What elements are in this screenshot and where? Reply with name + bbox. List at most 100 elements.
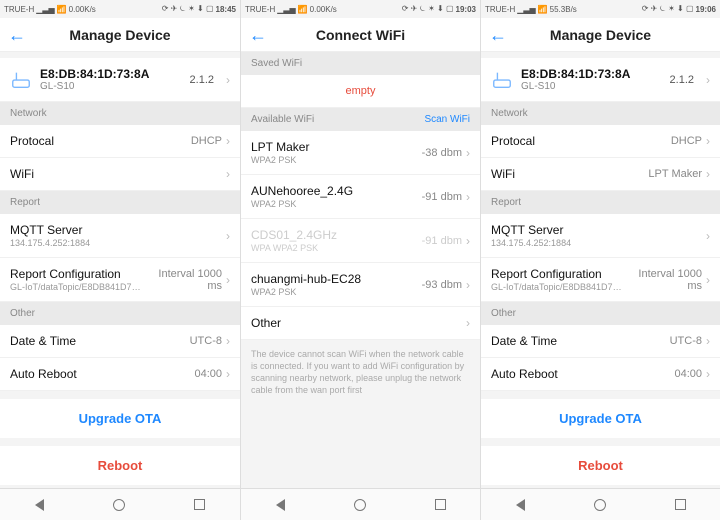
- chevron-right-icon: ›: [706, 229, 710, 243]
- android-navbar: [481, 488, 720, 520]
- row-mqtt[interactable]: MQTT Server134.175.4.252:1884 ›: [0, 214, 240, 258]
- wifi-row[interactable]: LPT MakerWPA2 PSK -38 dbm›: [241, 131, 480, 175]
- chevron-right-icon: ›: [226, 167, 230, 181]
- chevron-right-icon: ›: [466, 146, 470, 160]
- status-bar: TRUE-H ▁▃▅ 📶 0.00K/s ⟳ ✈ ⏾ ✶ ⬇ ▢ 18:45: [0, 0, 240, 18]
- chevron-right-icon: ›: [466, 278, 470, 292]
- wifi-other-row[interactable]: Other ›: [241, 307, 480, 340]
- row-wifi[interactable]: WiFi LPT Maker›: [481, 158, 720, 191]
- section-report: Report: [481, 191, 720, 214]
- chevron-right-icon: ›: [706, 73, 710, 87]
- status-bar: TRUE-H ▁▃▅ 📶 0.00K/s ⟳ ✈ ⏾ ✶ ⬇ ▢ 19:03: [241, 0, 480, 18]
- help-text: The device cannot scan WiFi when the net…: [241, 340, 480, 405]
- device-card[interactable]: E8:DB:84:1D:73:8A GL-S10 2.1.2 ›: [481, 58, 720, 102]
- nav-back-icon[interactable]: [276, 499, 285, 511]
- chevron-right-icon: ›: [226, 273, 230, 287]
- wifi-icon: 📶: [57, 5, 67, 14]
- screen-manage-left: TRUE-H ▁▃▅ 📶 0.00K/s ⟳ ✈ ⏾ ✶ ⬇ ▢ 18:45 ←…: [0, 0, 240, 520]
- reboot-button[interactable]: Reboot: [481, 446, 720, 485]
- device-mac: E8:DB:84:1D:73:8A: [40, 67, 182, 81]
- screen-manage-right: TRUE-H ▁▃▅ 📶 55.3B/s ⟳ ✈ ⏾ ✶ ⬇ ▢ 19:06 ←…: [480, 0, 720, 520]
- row-protocal[interactable]: Protocal DHCP›: [0, 125, 240, 158]
- router-icon: [491, 69, 513, 91]
- chevron-right-icon: ›: [466, 234, 470, 248]
- row-wifi[interactable]: WiFi ›: [0, 158, 240, 191]
- chevron-right-icon: ›: [226, 367, 230, 381]
- scan-wifi-button[interactable]: Scan WiFi: [424, 114, 470, 125]
- back-button[interactable]: ←: [249, 26, 267, 44]
- chevron-right-icon: ›: [226, 73, 230, 87]
- carrier: TRUE-H: [4, 5, 34, 14]
- title-bar: ← Manage Device: [481, 18, 720, 52]
- content: E8:DB:84:1D:73:8A GL-S10 2.1.2 › Network…: [481, 52, 720, 488]
- chevron-right-icon: ›: [706, 273, 710, 287]
- section-other: Other: [481, 302, 720, 325]
- row-report-config[interactable]: Report ConfigurationGL-IoT/dataTopic/E8D…: [0, 258, 240, 302]
- row-autoreboot[interactable]: Auto Reboot 04:00›: [481, 358, 720, 391]
- net-speed: 0.00K/s: [69, 5, 96, 14]
- page-title: Connect WiFi: [241, 27, 480, 43]
- chevron-right-icon: ›: [706, 334, 710, 348]
- status-icons: ⟳ ✈ ⏾ ✶ ⬇ ▢: [402, 4, 454, 14]
- upgrade-ota-button[interactable]: Upgrade OTA: [0, 399, 240, 438]
- chevron-right-icon: ›: [706, 134, 710, 148]
- title-bar: ← Connect WiFi: [241, 18, 480, 52]
- wifi-row[interactable]: chuangmi-hub-EC28WPA2 PSK -93 dbm›: [241, 263, 480, 307]
- nav-home-icon[interactable]: [354, 499, 366, 511]
- back-button[interactable]: ←: [489, 26, 507, 44]
- section-other: Other: [0, 302, 240, 325]
- upgrade-ota-button[interactable]: Upgrade OTA: [481, 399, 720, 438]
- wifi-icon: 📶: [298, 5, 308, 14]
- device-card[interactable]: E8:DB:84:1D:73:8A GL-S10 2.1.2 ›: [0, 58, 240, 102]
- device-model: GL-S10: [521, 81, 662, 92]
- nav-home-icon[interactable]: [113, 499, 125, 511]
- row-autoreboot[interactable]: Auto Reboot 04:00›: [0, 358, 240, 391]
- nav-recent-icon[interactable]: [675, 499, 686, 510]
- signal-icon: ▁▃▅: [36, 5, 54, 14]
- row-report-config[interactable]: Report ConfigurationGL-IoT/dataTopic/E8D…: [481, 258, 720, 302]
- chevron-right-icon: ›: [466, 316, 470, 330]
- chevron-right-icon: ›: [706, 167, 710, 181]
- chevron-right-icon: ›: [706, 367, 710, 381]
- device-model: GL-S10: [40, 81, 182, 92]
- screens-container: TRUE-H ▁▃▅ 📶 0.00K/s ⟳ ✈ ⏾ ✶ ⬇ ▢ 18:45 ←…: [0, 0, 720, 520]
- chevron-right-icon: ›: [226, 334, 230, 348]
- section-report: Report: [0, 191, 240, 214]
- reboot-button[interactable]: Reboot: [0, 446, 240, 485]
- clock: 18:45: [216, 5, 236, 14]
- wifi-row[interactable]: AUNehooree_2.4GWPA2 PSK -91 dbm›: [241, 175, 480, 219]
- signal-icon: ▁▃▅: [517, 5, 535, 14]
- row-mqtt[interactable]: MQTT Server134.175.4.252:1884 ›: [481, 214, 720, 258]
- device-version: 2.1.2: [190, 74, 214, 86]
- signal-icon: ▁▃▅: [277, 5, 295, 14]
- content: Saved WiFi empty Available WiFi Scan WiF…: [241, 52, 480, 488]
- page-title: Manage Device: [481, 27, 720, 43]
- content: E8:DB:84:1D:73:8A GL-S10 2.1.2 › Network…: [0, 52, 240, 488]
- page-title: Manage Device: [0, 27, 240, 43]
- section-network: Network: [0, 102, 240, 125]
- nav-recent-icon[interactable]: [435, 499, 446, 510]
- device-version: 2.1.2: [670, 74, 694, 86]
- row-datetime[interactable]: Date & Time UTC-8›: [0, 325, 240, 358]
- status-icons: ⟳ ✈ ⏾ ✶ ⬇ ▢: [162, 4, 214, 14]
- chevron-right-icon: ›: [466, 190, 470, 204]
- chevron-right-icon: ›: [226, 229, 230, 243]
- chevron-right-icon: ›: [226, 134, 230, 148]
- status-icons: ⟳ ✈ ⏾ ✶ ⬇ ▢: [642, 4, 694, 14]
- row-protocal[interactable]: Protocal DHCP›: [481, 125, 720, 158]
- title-bar: ← Manage Device: [0, 18, 240, 52]
- row-datetime[interactable]: Date & Time UTC-8›: [481, 325, 720, 358]
- nav-recent-icon[interactable]: [194, 499, 205, 510]
- nav-home-icon[interactable]: [594, 499, 606, 511]
- wifi-icon: 📶: [538, 5, 548, 14]
- saved-wifi-empty: empty: [241, 75, 480, 108]
- section-saved-wifi: Saved WiFi: [241, 52, 480, 75]
- nav-back-icon[interactable]: [35, 499, 44, 511]
- router-icon: [10, 69, 32, 91]
- screen-connect-wifi: TRUE-H ▁▃▅ 📶 0.00K/s ⟳ ✈ ⏾ ✶ ⬇ ▢ 19:03 ←…: [240, 0, 480, 520]
- nav-back-icon[interactable]: [516, 499, 525, 511]
- back-button[interactable]: ←: [8, 26, 26, 44]
- android-navbar: [241, 488, 480, 520]
- wifi-row-disabled: CDS01_2.4GHzWPA WPA2 PSK -91 dbm›: [241, 219, 480, 263]
- status-bar: TRUE-H ▁▃▅ 📶 55.3B/s ⟳ ✈ ⏾ ✶ ⬇ ▢ 19:06: [481, 0, 720, 18]
